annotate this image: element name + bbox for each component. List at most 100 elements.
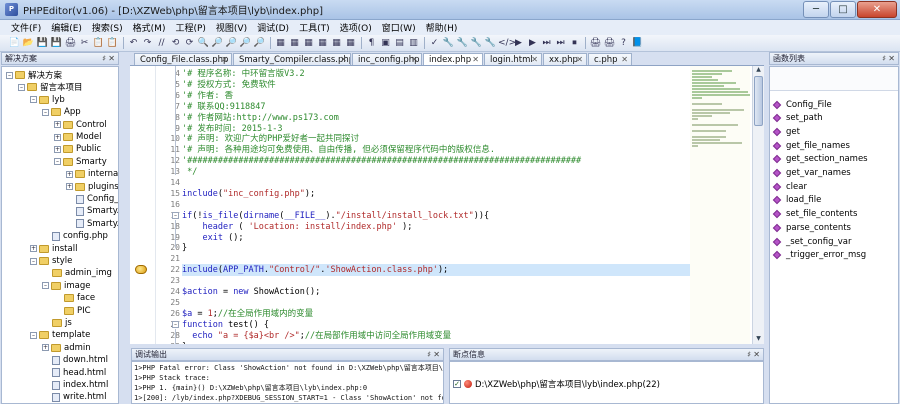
vertical-scrollbar[interactable]: ▲ ▼ [752, 66, 764, 344]
scroll-down-icon[interactable]: ▼ [753, 335, 764, 344]
tree-item[interactable]: – App [42, 106, 81, 118]
toolbar-button-icon[interactable]: ✂ [78, 37, 91, 50]
toolbar-button-icon[interactable]: ▶ [512, 37, 525, 50]
fold-margin[interactable]: – – [170, 66, 180, 344]
toolbar-button-icon[interactable]: ▦ [302, 37, 315, 50]
toolbar-button-icon[interactable]: 🔎 [253, 37, 266, 50]
menu-item[interactable]: 帮助(H) [421, 21, 463, 34]
pin-icon[interactable]: ♯ [427, 349, 431, 360]
tab-close-icon[interactable]: ✕ [531, 54, 538, 65]
tree-item[interactable]: + Public [54, 143, 101, 155]
pin-icon[interactable]: ♯ [102, 53, 106, 64]
collapse-icon[interactable]: – [30, 96, 37, 104]
scroll-up-icon[interactable]: ▲ [753, 66, 764, 75]
toolbar-button-icon[interactable]: 💾 [50, 37, 63, 50]
menu-item[interactable]: 选项(O) [335, 21, 377, 34]
breakpoint-gutter[interactable] [130, 66, 156, 344]
toolbar-button-icon[interactable]: ▶ [526, 37, 539, 50]
function-item[interactable]: get_var_names [772, 167, 851, 180]
toolbar-button-icon[interactable]: </> [498, 37, 516, 50]
menu-item[interactable]: 视图(V) [211, 21, 252, 34]
function-item[interactable]: clear [772, 180, 807, 193]
expand-icon[interactable]: + [42, 344, 49, 352]
tab-xx-php[interactable]: xx.php ✕ [543, 53, 587, 65]
splitter[interactable] [120, 52, 130, 404]
tab-c-php[interactable]: c.php ✕ [588, 53, 632, 65]
close-icon[interactable]: ✕ [888, 53, 895, 64]
close-icon[interactable]: ✕ [753, 349, 760, 360]
collapse-icon[interactable]: – [42, 282, 49, 290]
function-item[interactable]: Config_File [772, 98, 832, 111]
menu-item[interactable]: 工具(T) [294, 21, 335, 34]
function-item[interactable]: set_path [772, 112, 823, 125]
toolbar-button-icon[interactable]: // [155, 37, 168, 50]
toolbar-button-icon[interactable]: ⟲ [169, 37, 182, 50]
tree-item[interactable]: + admin [42, 342, 91, 354]
fold-toggle-icon[interactable]: – [172, 211, 179, 219]
toolbar-button-icon[interactable]: 📋 [106, 37, 119, 50]
expand-icon[interactable]: + [30, 245, 37, 253]
toolbar-button-icon[interactable]: ? [617, 37, 630, 50]
tab-close-icon[interactable]: ✕ [221, 54, 228, 65]
menu-item[interactable]: 搜索(S) [87, 21, 128, 34]
tree-item[interactable]: + Control [54, 119, 107, 131]
toolbar-button-icon[interactable]: ▤ [393, 37, 406, 50]
expand-icon[interactable]: + [54, 145, 61, 153]
menu-item[interactable]: 调试(D) [252, 21, 294, 34]
tree-item[interactable]: write.html [42, 391, 106, 403]
menu-item[interactable]: 工程(P) [170, 21, 210, 34]
tree-item[interactable]: – image [42, 280, 90, 292]
collapse-icon[interactable]: – [54, 158, 61, 166]
function-item[interactable]: parse_contents [772, 221, 851, 234]
toolbar-button-icon[interactable]: ↷ [141, 37, 154, 50]
toolbar-button-icon[interactable]: 🖨 [589, 37, 602, 50]
breakpoint-checkbox[interactable]: ✓ [453, 380, 461, 388]
menu-item[interactable]: 文件(F) [6, 21, 46, 34]
fold-toggle-icon[interactable]: – [172, 320, 179, 328]
toolbar-button-icon[interactable]: 📋 [92, 37, 105, 50]
close-icon[interactable]: ✕ [433, 349, 440, 360]
toolbar-button-icon[interactable]: 📘 [631, 37, 644, 50]
breakpoint-arrow-icon[interactable] [135, 265, 147, 275]
close-button[interactable]: ✕ [857, 1, 897, 18]
function-item[interactable]: get [772, 125, 800, 138]
tree-item[interactable]: – template [30, 329, 90, 341]
expand-icon[interactable]: + [54, 133, 61, 141]
toolbar-button-icon[interactable]: ¶ [365, 37, 378, 50]
function-item[interactable]: get_file_names [772, 139, 850, 152]
tree-item[interactable]: config.php [42, 230, 108, 242]
tab-smarty-compiler-class-php[interactable]: Smarty_Compiler.class.php ✕ [233, 53, 351, 65]
tree-item[interactable]: Smarty. [66, 218, 118, 230]
toolbar-button-icon[interactable]: ⏭ [554, 37, 567, 50]
toolbar-button-icon[interactable]: ▥ [407, 37, 420, 50]
tab-login-html[interactable]: login.html ✕ [484, 53, 542, 65]
tab-close-icon[interactable]: ✕ [340, 54, 347, 65]
toolbar-button-icon[interactable]: 💾 [36, 37, 49, 50]
toolbar-button-icon[interactable]: 🔎 [211, 37, 224, 50]
tab-close-icon[interactable]: ✕ [621, 54, 628, 65]
collapse-icon[interactable]: – [6, 71, 13, 79]
toolbar-button-icon[interactable]: ✓ [428, 37, 441, 50]
function-item[interactable]: set_file_contents [772, 208, 857, 221]
function-item[interactable]: _set_config_var [772, 235, 852, 248]
toolbar-button-icon[interactable]: 🔧 [484, 37, 497, 50]
tree-item[interactable]: + internal [66, 168, 118, 180]
tree-item[interactable]: – Smarty [54, 156, 107, 168]
toolbar-button-icon[interactable]: ⟳ [183, 37, 196, 50]
collapse-icon[interactable]: – [42, 108, 49, 116]
code-editor[interactable]: 4567891011121314151617181920212223242526… [130, 66, 764, 344]
menu-item[interactable]: 窗口(W) [377, 21, 421, 34]
tab-inc-config-php[interactable]: inc_config.php ✕ [352, 53, 422, 65]
toolbar-button-icon[interactable]: ▦ [288, 37, 301, 50]
breakpoint-entry[interactable]: ✓ D:\XZWeb\php\留言本项目\lyb\index.php(22) [453, 378, 660, 390]
tab-close-icon[interactable]: ✕ [411, 54, 418, 65]
tab-index-php[interactable]: index.php ✕ [423, 53, 483, 65]
toolbar-button-icon[interactable]: 🔎 [239, 37, 252, 50]
toolbar-button-icon[interactable]: 🖨 [603, 37, 616, 50]
tree-item[interactable]: Smarty. [66, 205, 118, 217]
collapse-icon[interactable]: – [30, 257, 37, 265]
minimap[interactable] [690, 66, 750, 344]
tree-item[interactable]: Config_ [66, 193, 118, 205]
toolbar-button-icon[interactable]: ▦ [316, 37, 329, 50]
expand-icon[interactable]: + [54, 121, 61, 129]
